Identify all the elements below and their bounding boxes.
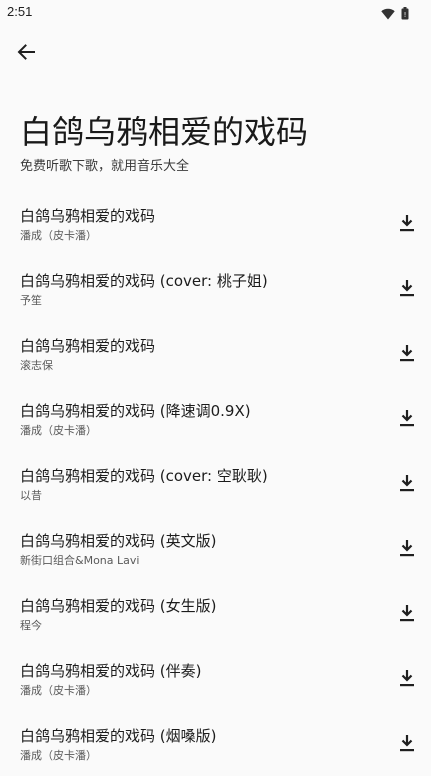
song-list-item[interactable]: 白鸽乌鸦相爱的戏码 (烟嗓版) 潘成（皮卡潘） bbox=[0, 711, 431, 776]
back-button[interactable] bbox=[6, 34, 46, 74]
song-title: 白鸽乌鸦相爱的戏码 (伴奏) bbox=[20, 662, 202, 680]
status-time: 2:51 bbox=[7, 4, 33, 19]
page-subtitle: 免费听歌下歌，就用音乐大全 bbox=[20, 159, 190, 174]
song-artist: 潘成（皮卡潘） bbox=[20, 749, 97, 762]
download-icon bbox=[400, 215, 414, 232]
song-title: 白鸽乌鸦相爱的戏码 bbox=[20, 337, 156, 355]
song-artist: 滚志保 bbox=[20, 359, 53, 372]
song-artist: 潘成（皮卡潘） bbox=[20, 684, 97, 697]
song-list-item[interactable]: 白鸽乌鸦相爱的戏码 (cover: 桃子姐) 予笙 bbox=[0, 256, 431, 321]
download-button[interactable] bbox=[395, 276, 419, 300]
song-title: 白鸽乌鸦相爱的戏码 bbox=[20, 207, 156, 225]
song-list: 白鸽乌鸦相爱的戏码 潘成（皮卡潘） 白鸽乌鸦相爱的戏码 (cover: 桃子姐)… bbox=[0, 191, 431, 776]
download-icon bbox=[400, 605, 414, 622]
status-icons: ! bbox=[381, 5, 409, 24]
song-artist: 以昔 bbox=[20, 489, 42, 502]
download-icon bbox=[400, 280, 414, 297]
svg-text:!: ! bbox=[404, 11, 407, 19]
song-title: 白鸽乌鸦相爱的戏码 (cover: 桃子姐) bbox=[20, 272, 268, 290]
download-button[interactable] bbox=[395, 666, 419, 690]
song-title: 白鸽乌鸦相爱的戏码 (烟嗓版) bbox=[20, 727, 217, 745]
download-button[interactable] bbox=[395, 601, 419, 625]
status-bar: 2:51 ! bbox=[0, 0, 431, 24]
download-icon bbox=[400, 540, 414, 557]
song-title: 白鸽乌鸦相爱的戏码 (女生版) bbox=[20, 597, 217, 615]
song-list-item[interactable]: 白鸽乌鸦相爱的戏码 (女生版) 程今 bbox=[0, 581, 431, 646]
download-icon bbox=[400, 475, 414, 492]
song-list-item[interactable]: 白鸽乌鸦相爱的戏码 滚志保 bbox=[0, 321, 431, 386]
wifi-icon bbox=[381, 5, 395, 24]
download-icon bbox=[400, 735, 414, 752]
song-artist: 程今 bbox=[20, 619, 42, 632]
download-button[interactable] bbox=[395, 471, 419, 495]
download-button[interactable] bbox=[395, 211, 419, 235]
download-icon bbox=[400, 670, 414, 687]
song-artist: 予笙 bbox=[20, 294, 42, 307]
song-list-item[interactable]: 白鸽乌鸦相爱的戏码 (cover: 空耿耿) 以昔 bbox=[0, 451, 431, 516]
song-list-item[interactable]: 白鸽乌鸦相爱的戏码 潘成（皮卡潘） bbox=[0, 191, 431, 256]
song-title: 白鸽乌鸦相爱的戏码 (降速调0.9X) bbox=[20, 402, 251, 420]
page-title: 白鸽乌鸦相爱的戏码 bbox=[20, 113, 309, 151]
song-title: 白鸽乌鸦相爱的戏码 (英文版) bbox=[20, 532, 217, 550]
song-list-item[interactable]: 白鸽乌鸦相爱的戏码 (降速调0.9X) 潘成（皮卡潘） bbox=[0, 386, 431, 451]
back-arrow-icon bbox=[17, 43, 35, 65]
download-button[interactable] bbox=[395, 406, 419, 430]
download-icon bbox=[400, 345, 414, 362]
battery-icon: ! bbox=[401, 5, 409, 24]
download-button[interactable] bbox=[395, 731, 419, 755]
download-button[interactable] bbox=[395, 341, 419, 365]
song-list-item[interactable]: 白鸽乌鸦相爱的戏码 (伴奏) 潘成（皮卡潘） bbox=[0, 646, 431, 711]
song-artist: 新街口组合&Mona Lavi bbox=[20, 554, 140, 567]
download-button[interactable] bbox=[395, 536, 419, 560]
song-artist: 潘成（皮卡潘） bbox=[20, 229, 97, 242]
song-list-item[interactable]: 白鸽乌鸦相爱的戏码 (英文版) 新街口组合&Mona Lavi bbox=[0, 516, 431, 581]
song-artist: 潘成（皮卡潘） bbox=[20, 424, 97, 437]
download-icon bbox=[400, 410, 414, 427]
song-title: 白鸽乌鸦相爱的戏码 (cover: 空耿耿) bbox=[20, 467, 268, 485]
